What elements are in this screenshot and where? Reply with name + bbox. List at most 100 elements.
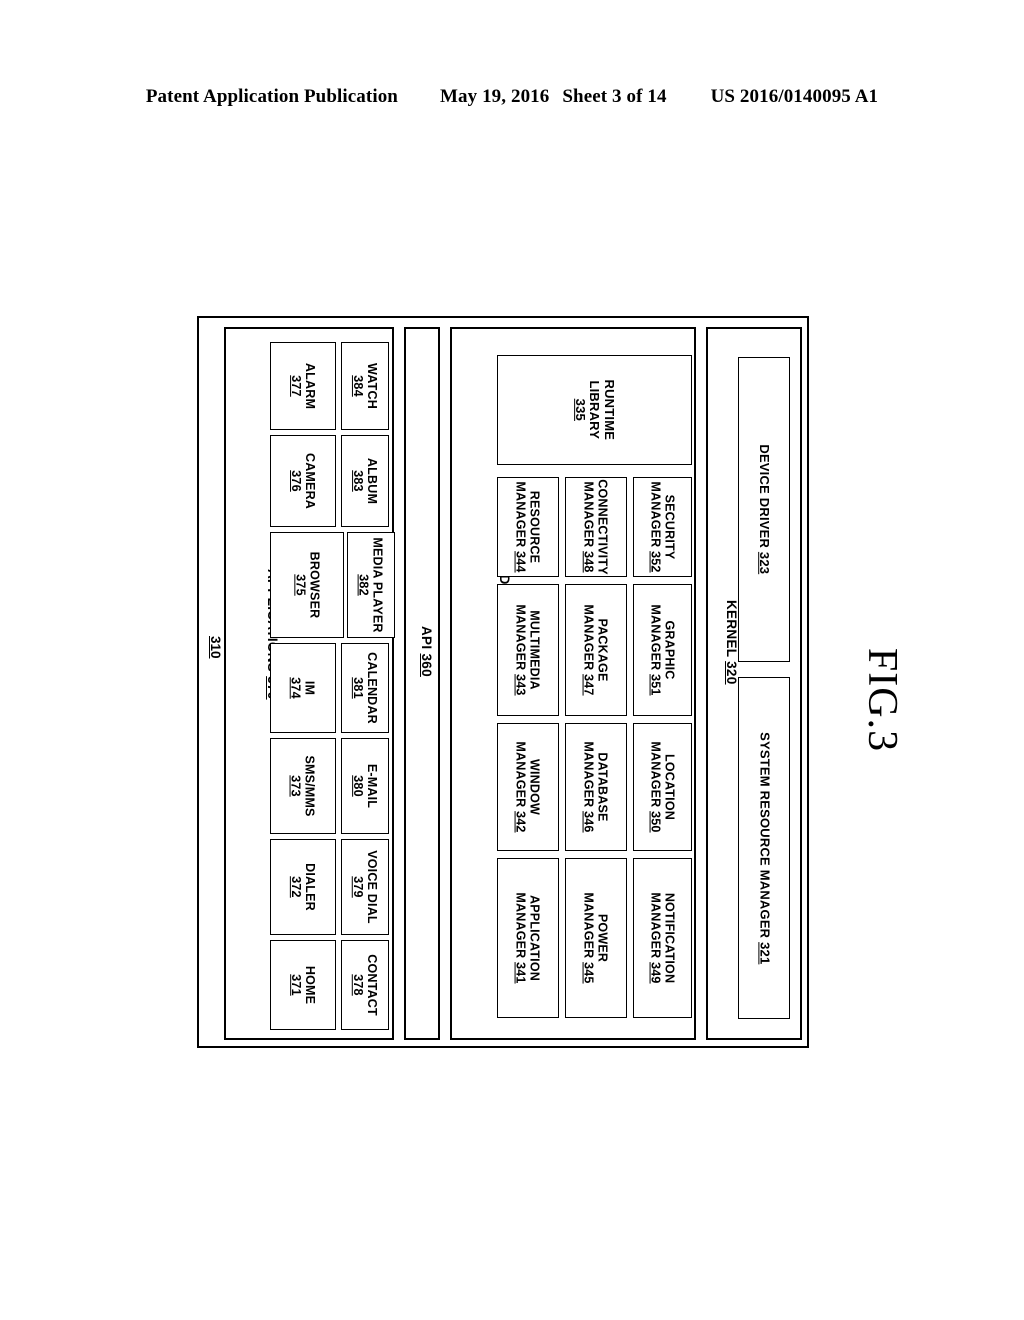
api-layer-title-text: API xyxy=(419,626,434,650)
app-number: 381 xyxy=(351,677,365,699)
runtime-library-label2: LIBRARY xyxy=(587,380,603,440)
middleware-number: 349 xyxy=(648,962,663,984)
api-layer-title: API 360 xyxy=(419,626,434,677)
kernel-box-system-resource-manager[interactable]: SYSTEM RESOURCE MANAGER 321 xyxy=(738,677,790,1019)
middleware-number: 348 xyxy=(582,551,596,573)
middleware-label: PACKAGE xyxy=(596,618,611,682)
applications-layer: APPLICATIONS 370 ALARM377 CAMERA376 BROW… xyxy=(224,327,395,1040)
kernel-layer-number: 320 xyxy=(724,661,739,685)
app-box-album[interactable]: ALBUM 383 xyxy=(341,435,389,527)
page-header: Patent Application Publication May 19, 2… xyxy=(0,86,1024,108)
api-layer: API 360 xyxy=(404,327,440,1040)
middleware-box-power-manager[interactable]: POWER MANAGER 345 xyxy=(565,858,627,1018)
middleware-box-location-manager[interactable]: LOCATION MANAGER 350 xyxy=(633,723,692,851)
app-box-contact[interactable]: CONTACT 378 xyxy=(341,940,389,1030)
middleware-label2: MANAGER xyxy=(514,741,529,808)
sheet-number: Sheet 3 of 14 xyxy=(562,86,667,107)
middleware-box-application-manager[interactable]: APPLICATION MANAGER 341 xyxy=(497,858,559,1018)
app-box-dialer[interactable]: DIALER 372 xyxy=(270,839,336,935)
middleware-number: 351 xyxy=(648,674,663,696)
middleware-label2: MANAGER xyxy=(582,741,597,808)
app-number: 372 xyxy=(288,876,303,898)
app-number: 382 xyxy=(357,574,371,596)
app-label: VOICE DIAL xyxy=(365,850,380,924)
app-label: MEDIA PLAYER xyxy=(371,537,385,633)
app-label: CAMERA xyxy=(303,452,317,510)
middleware-box-connectivity-manager[interactable]: CONNECTIVITY MANAGER 348 xyxy=(565,477,627,577)
app-label: CALENDAR xyxy=(365,652,379,724)
middleware-label2: MANAGER xyxy=(514,604,529,671)
app-number: 375 xyxy=(293,574,307,596)
middleware-layer: MIDDLEWARE 330 RUNTIME LIBRARY 335 RESOU… xyxy=(450,327,696,1040)
app-label: CONTACT xyxy=(365,954,380,1016)
software-stack-diagram: 310 APPLICATIONS 370 ALARM377 CAMERA376 … xyxy=(197,316,809,1048)
middleware-label: LOCATION xyxy=(662,754,677,820)
middleware-number: 343 xyxy=(514,674,529,696)
app-box-browser[interactable]: BROWSER 375 xyxy=(270,532,344,638)
runtime-library-box[interactable]: RUNTIME LIBRARY 335 xyxy=(497,355,692,465)
middleware-number: 347 xyxy=(582,674,597,696)
kernel-item-number: 321 xyxy=(757,941,773,965)
app-box-camera[interactable]: CAMERA 376 xyxy=(270,435,336,527)
middleware-label2: MANAGER xyxy=(648,892,663,959)
middleware-label2: MANAGER xyxy=(582,604,597,671)
api-layer-number: 360 xyxy=(419,653,434,677)
middleware-label: SECURITY xyxy=(662,494,677,560)
middleware-number: 345 xyxy=(582,962,597,984)
middleware-label: CONNECTIVITY xyxy=(596,479,610,575)
app-box-media-player[interactable]: MEDIA PLAYER 382 xyxy=(347,532,395,638)
middleware-label2: MANAGER xyxy=(648,481,663,548)
app-box-calendar[interactable]: CALENDAR 381 xyxy=(341,643,389,733)
app-box-alarm[interactable]: ALARM 377 xyxy=(270,342,336,430)
patent-number: US 2016/0140095 A1 xyxy=(710,86,879,107)
kernel-box-device-driver[interactable]: DEVICE DRIVER 323 xyxy=(738,357,790,662)
kernel-layer: KERNEL 320 DEVICE DRIVER 323 SYSTEM RESO… xyxy=(706,327,802,1040)
middleware-label2: MANAGER xyxy=(648,604,663,671)
app-box-im[interactable]: IM 374 xyxy=(270,643,336,733)
app-number: 377 xyxy=(288,375,303,397)
publication-label: Patent Application Publication xyxy=(145,86,398,107)
middleware-box-multimedia-manager[interactable]: MULTIMEDIA MANAGER 343 xyxy=(497,584,559,716)
app-number: 373 xyxy=(289,775,303,797)
middleware-number: 341 xyxy=(514,962,529,984)
middleware-label: DATABASE xyxy=(596,752,611,822)
runtime-library-number: 335 xyxy=(573,398,589,422)
app-box-watch[interactable]: WATCH 384 xyxy=(341,342,389,430)
app-number: 383 xyxy=(351,470,366,492)
app-label: E-MAIL xyxy=(365,763,379,809)
app-label: ALARM xyxy=(302,362,317,410)
middleware-box-resource-manager[interactable]: RESOURCE MANAGER 344 xyxy=(497,477,559,577)
middleware-number: 342 xyxy=(514,811,529,833)
middleware-box-window-manager[interactable]: WINDOW MANAGER 342 xyxy=(497,723,559,851)
kernel-item-label: DEVICE DRIVER xyxy=(757,444,773,549)
middleware-label: GRAPHIC xyxy=(662,620,677,680)
middleware-number: 352 xyxy=(648,551,663,573)
middleware-box-notification-manager[interactable]: NOTIFICATION MANAGER 349 xyxy=(633,858,692,1018)
middleware-box-graphic-manager[interactable]: GRAPHIC MANAGER 351 xyxy=(633,584,692,716)
middleware-label: APPLICATION xyxy=(528,894,543,981)
app-label: ALBUM xyxy=(365,457,380,505)
middleware-box-security-manager[interactable]: SECURITY MANAGER 352 xyxy=(633,477,692,577)
middleware-label: NOTIFICATION xyxy=(662,892,677,984)
app-number: 371 xyxy=(289,974,303,996)
middleware-number: 350 xyxy=(648,811,663,833)
kernel-layer-title: KERNEL 320 xyxy=(724,600,739,685)
middleware-number: 344 xyxy=(514,551,529,573)
app-number: 376 xyxy=(289,470,303,492)
middleware-label2: MANAGER xyxy=(582,892,597,959)
app-box-home[interactable]: HOME 371 xyxy=(270,940,336,1030)
middleware-box-package-manager[interactable]: PACKAGE MANAGER 347 xyxy=(565,584,627,716)
app-number: 380 xyxy=(351,775,365,797)
app-box-sms-mms[interactable]: SMS/MMS 373 xyxy=(270,738,336,834)
app-box-voice-dial[interactable]: VOICE DIAL 379 xyxy=(341,839,389,935)
middleware-label2: MANAGER xyxy=(648,741,663,808)
middleware-label: POWER xyxy=(596,913,611,963)
runtime-library-label: RUNTIME xyxy=(602,379,618,441)
middleware-box-database-manager[interactable]: DATABASE MANAGER 346 xyxy=(565,723,627,851)
app-box-email[interactable]: E-MAIL 380 xyxy=(341,738,389,834)
app-label: SMS/MMS xyxy=(303,755,317,817)
app-number: 384 xyxy=(351,375,365,397)
middleware-label2: MANAGER xyxy=(582,481,596,548)
middleware-label: MULTIMEDIA xyxy=(528,610,543,690)
kernel-item-number: 323 xyxy=(757,552,773,575)
